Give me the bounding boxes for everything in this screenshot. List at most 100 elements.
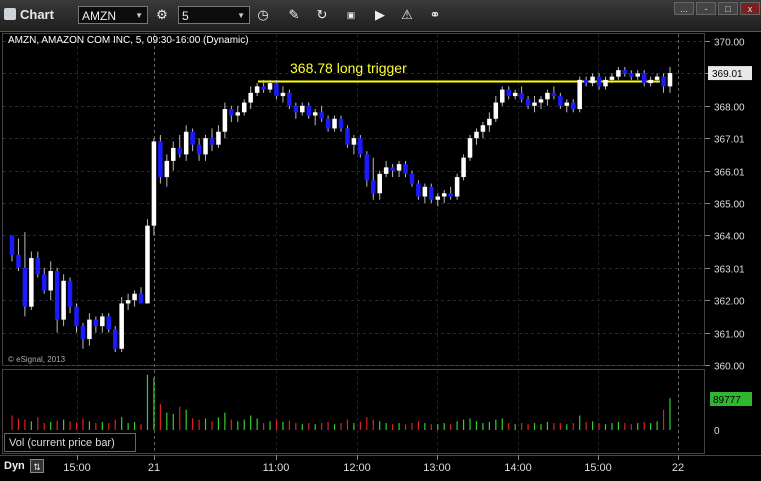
candle[interactable] bbox=[467, 138, 473, 158]
candle[interactable] bbox=[203, 138, 208, 155]
candle[interactable] bbox=[338, 118, 344, 129]
candle[interactable] bbox=[422, 186, 428, 197]
candle[interactable] bbox=[74, 306, 79, 327]
candle[interactable] bbox=[558, 96, 563, 106]
candle[interactable] bbox=[209, 138, 215, 145]
candle[interactable] bbox=[287, 92, 292, 106]
candle[interactable] bbox=[229, 109, 234, 116]
candle[interactable] bbox=[551, 92, 557, 97]
candle[interactable] bbox=[196, 144, 202, 155]
candle[interactable] bbox=[35, 258, 41, 275]
candle[interactable] bbox=[641, 73, 647, 84]
candle[interactable] bbox=[158, 141, 163, 178]
candle[interactable] bbox=[525, 99, 531, 106]
candle[interactable] bbox=[506, 89, 511, 97]
candle[interactable] bbox=[390, 167, 395, 171]
candle[interactable] bbox=[319, 112, 324, 119]
candle[interactable] bbox=[577, 79, 582, 110]
candle[interactable] bbox=[274, 83, 279, 97]
candle[interactable] bbox=[54, 271, 60, 320]
candle[interactable] bbox=[596, 76, 602, 87]
candle[interactable] bbox=[409, 173, 415, 184]
candle[interactable] bbox=[648, 79, 653, 84]
candle[interactable] bbox=[80, 326, 86, 340]
candle[interactable] bbox=[570, 102, 576, 110]
candle[interactable] bbox=[138, 293, 144, 304]
candle[interactable] bbox=[216, 131, 221, 145]
candle[interactable] bbox=[629, 73, 634, 77]
candle[interactable] bbox=[383, 167, 389, 174]
candle[interactable] bbox=[300, 105, 305, 113]
candle[interactable] bbox=[474, 131, 479, 139]
candle[interactable] bbox=[293, 105, 299, 113]
candle[interactable] bbox=[661, 76, 666, 87]
candle[interactable] bbox=[583, 79, 589, 84]
candle[interactable] bbox=[370, 180, 376, 194]
candle[interactable] bbox=[267, 83, 273, 90]
candle[interactable] bbox=[487, 118, 492, 126]
candle[interactable] bbox=[29, 258, 34, 307]
candle[interactable] bbox=[261, 86, 266, 90]
candle[interactable] bbox=[500, 89, 505, 103]
candle[interactable] bbox=[112, 329, 118, 349]
volume-study-label[interactable]: Vol (current price bar) bbox=[4, 433, 136, 452]
candle[interactable] bbox=[493, 102, 499, 119]
candle[interactable] bbox=[358, 138, 363, 155]
candle[interactable] bbox=[564, 102, 570, 106]
candle[interactable] bbox=[67, 280, 73, 307]
candle[interactable] bbox=[61, 280, 66, 320]
candle[interactable] bbox=[622, 70, 628, 74]
candle[interactable] bbox=[306, 105, 312, 116]
candle[interactable] bbox=[241, 102, 247, 113]
candle[interactable] bbox=[171, 147, 176, 161]
candle[interactable] bbox=[441, 193, 447, 197]
dyn-toggle-icon[interactable]: ⇅ bbox=[30, 459, 44, 473]
candle[interactable] bbox=[532, 102, 537, 106]
candle[interactable] bbox=[132, 293, 137, 301]
candle[interactable] bbox=[616, 70, 621, 77]
candle[interactable] bbox=[280, 92, 286, 97]
candle[interactable] bbox=[87, 319, 92, 340]
candle[interactable] bbox=[332, 118, 337, 129]
candle[interactable] bbox=[512, 92, 518, 97]
candle[interactable] bbox=[254, 86, 260, 93]
candle[interactable] bbox=[151, 141, 157, 226]
candle[interactable] bbox=[609, 76, 615, 80]
candle[interactable] bbox=[22, 267, 28, 307]
candle[interactable] bbox=[429, 186, 434, 200]
candle[interactable] bbox=[448, 193, 453, 197]
candle[interactable] bbox=[106, 316, 112, 330]
candle[interactable] bbox=[177, 147, 182, 155]
candle[interactable] bbox=[603, 79, 608, 87]
candle[interactable] bbox=[654, 76, 660, 80]
candle[interactable] bbox=[435, 196, 441, 200]
candle[interactable] bbox=[312, 112, 318, 116]
candle[interactable] bbox=[164, 160, 170, 178]
candle[interactable] bbox=[635, 73, 641, 77]
candle[interactable] bbox=[545, 92, 550, 100]
candle[interactable] bbox=[183, 131, 189, 155]
candle[interactable] bbox=[93, 319, 99, 327]
candle[interactable] bbox=[480, 125, 486, 132]
candle[interactable] bbox=[16, 254, 21, 268]
candle[interactable] bbox=[667, 73, 673, 87]
candle[interactable] bbox=[590, 76, 595, 84]
candle[interactable] bbox=[41, 274, 47, 291]
candle[interactable] bbox=[396, 164, 402, 171]
candle[interactable] bbox=[351, 138, 357, 145]
candle[interactable] bbox=[119, 303, 124, 349]
candle[interactable] bbox=[190, 131, 195, 145]
candle[interactable] bbox=[454, 177, 460, 197]
candle[interactable] bbox=[325, 118, 331, 129]
candle[interactable] bbox=[125, 300, 131, 304]
candle[interactable] bbox=[403, 164, 408, 174]
candle[interactable] bbox=[364, 154, 370, 181]
candle[interactable] bbox=[48, 271, 53, 291]
candle[interactable] bbox=[222, 109, 228, 132]
candle[interactable] bbox=[519, 92, 524, 100]
candle[interactable] bbox=[145, 225, 150, 304]
candle[interactable] bbox=[538, 99, 544, 103]
candle[interactable] bbox=[345, 128, 350, 145]
candle[interactable] bbox=[235, 112, 241, 116]
candle[interactable] bbox=[100, 316, 105, 327]
